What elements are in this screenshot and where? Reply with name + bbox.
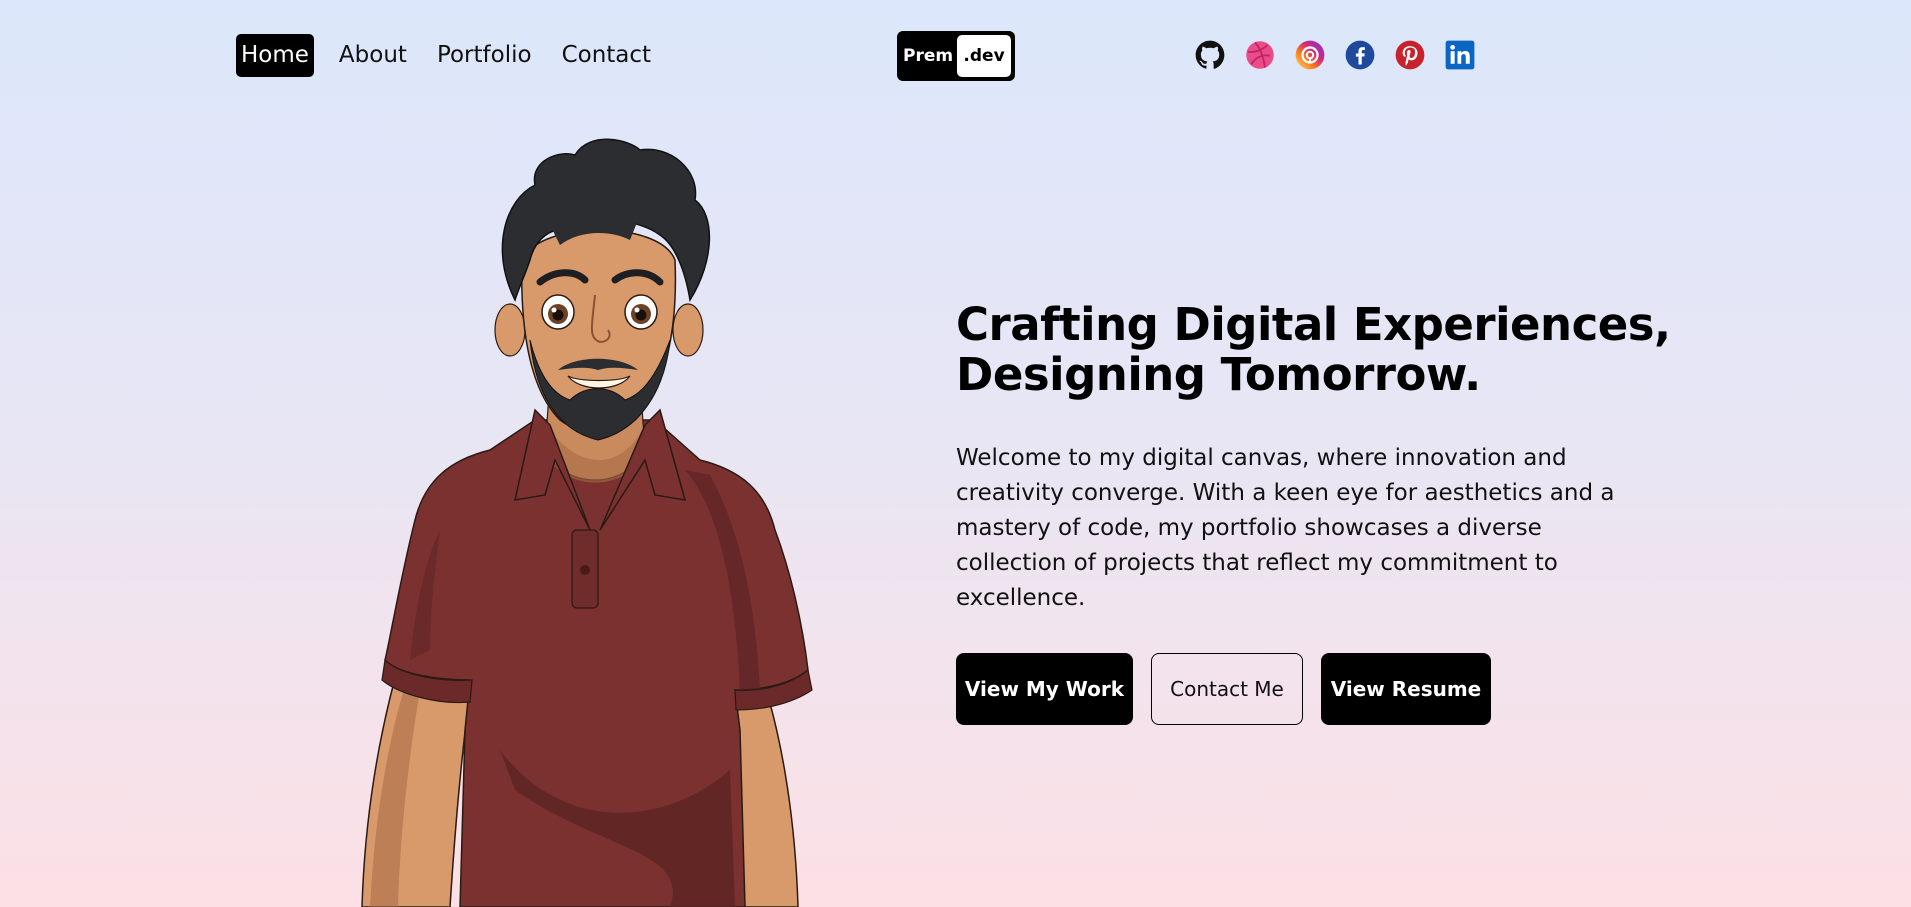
intro-line: excellence. xyxy=(956,585,1086,611)
headline-line-1: Crafting Digital Experiences, xyxy=(956,298,1671,351)
intro-line: mastery of code, my portfolio showcases … xyxy=(956,515,1542,541)
hero-headline: Crafting Digital Experiences, Designing … xyxy=(956,298,1671,401)
logo-prem-text: Prem xyxy=(903,45,954,66)
dribbble-link[interactable] xyxy=(1245,40,1275,70)
instagram-icon xyxy=(1295,40,1325,70)
hero-intro: Welcome to my digital canvas, where inno… xyxy=(956,441,1636,616)
social-links xyxy=(1195,40,1475,70)
avatar-illustration xyxy=(361,138,813,907)
intro-line: collection of projects that reflect my c… xyxy=(956,550,1558,576)
nav-item-about[interactable]: About xyxy=(334,38,412,73)
nav-item-contact[interactable]: Contact xyxy=(557,38,656,73)
linkedin-icon xyxy=(1445,40,1475,70)
dribbble-icon xyxy=(1246,41,1274,69)
github-icon xyxy=(1195,40,1225,69)
github-link[interactable] xyxy=(1195,40,1225,70)
nav-item-portfolio[interactable]: Portfolio xyxy=(432,38,537,73)
nav-item-home[interactable]: Home xyxy=(236,34,314,77)
linkedin-link[interactable] xyxy=(1445,40,1475,70)
instagram-link[interactable] xyxy=(1295,40,1325,70)
view-resume-button[interactable]: View Resume xyxy=(1321,653,1491,725)
contact-me-button[interactable]: Contact Me xyxy=(1151,653,1303,725)
hero-section: Crafting Digital Experiences, Designing … xyxy=(956,298,1671,725)
logo-dev-text: .dev xyxy=(957,35,1011,77)
intro-line: Welcome to my digital canvas, where inno… xyxy=(956,445,1567,471)
site-logo[interactable]: Prem .dev xyxy=(897,31,1015,81)
main-nav: Home About Portfolio Contact xyxy=(236,34,676,77)
view-my-work-button[interactable]: View My Work xyxy=(956,653,1133,725)
facebook-link[interactable] xyxy=(1345,40,1375,70)
pinterest-icon xyxy=(1395,40,1425,70)
hero-buttons: View My Work Contact Me View Resume xyxy=(956,653,1491,725)
facebook-icon xyxy=(1345,40,1375,70)
pinterest-link[interactable] xyxy=(1395,40,1425,70)
headline-line-2: Designing Tomorrow. xyxy=(956,348,1481,401)
intro-line: creativity converge. With a keen eye for… xyxy=(956,480,1615,506)
